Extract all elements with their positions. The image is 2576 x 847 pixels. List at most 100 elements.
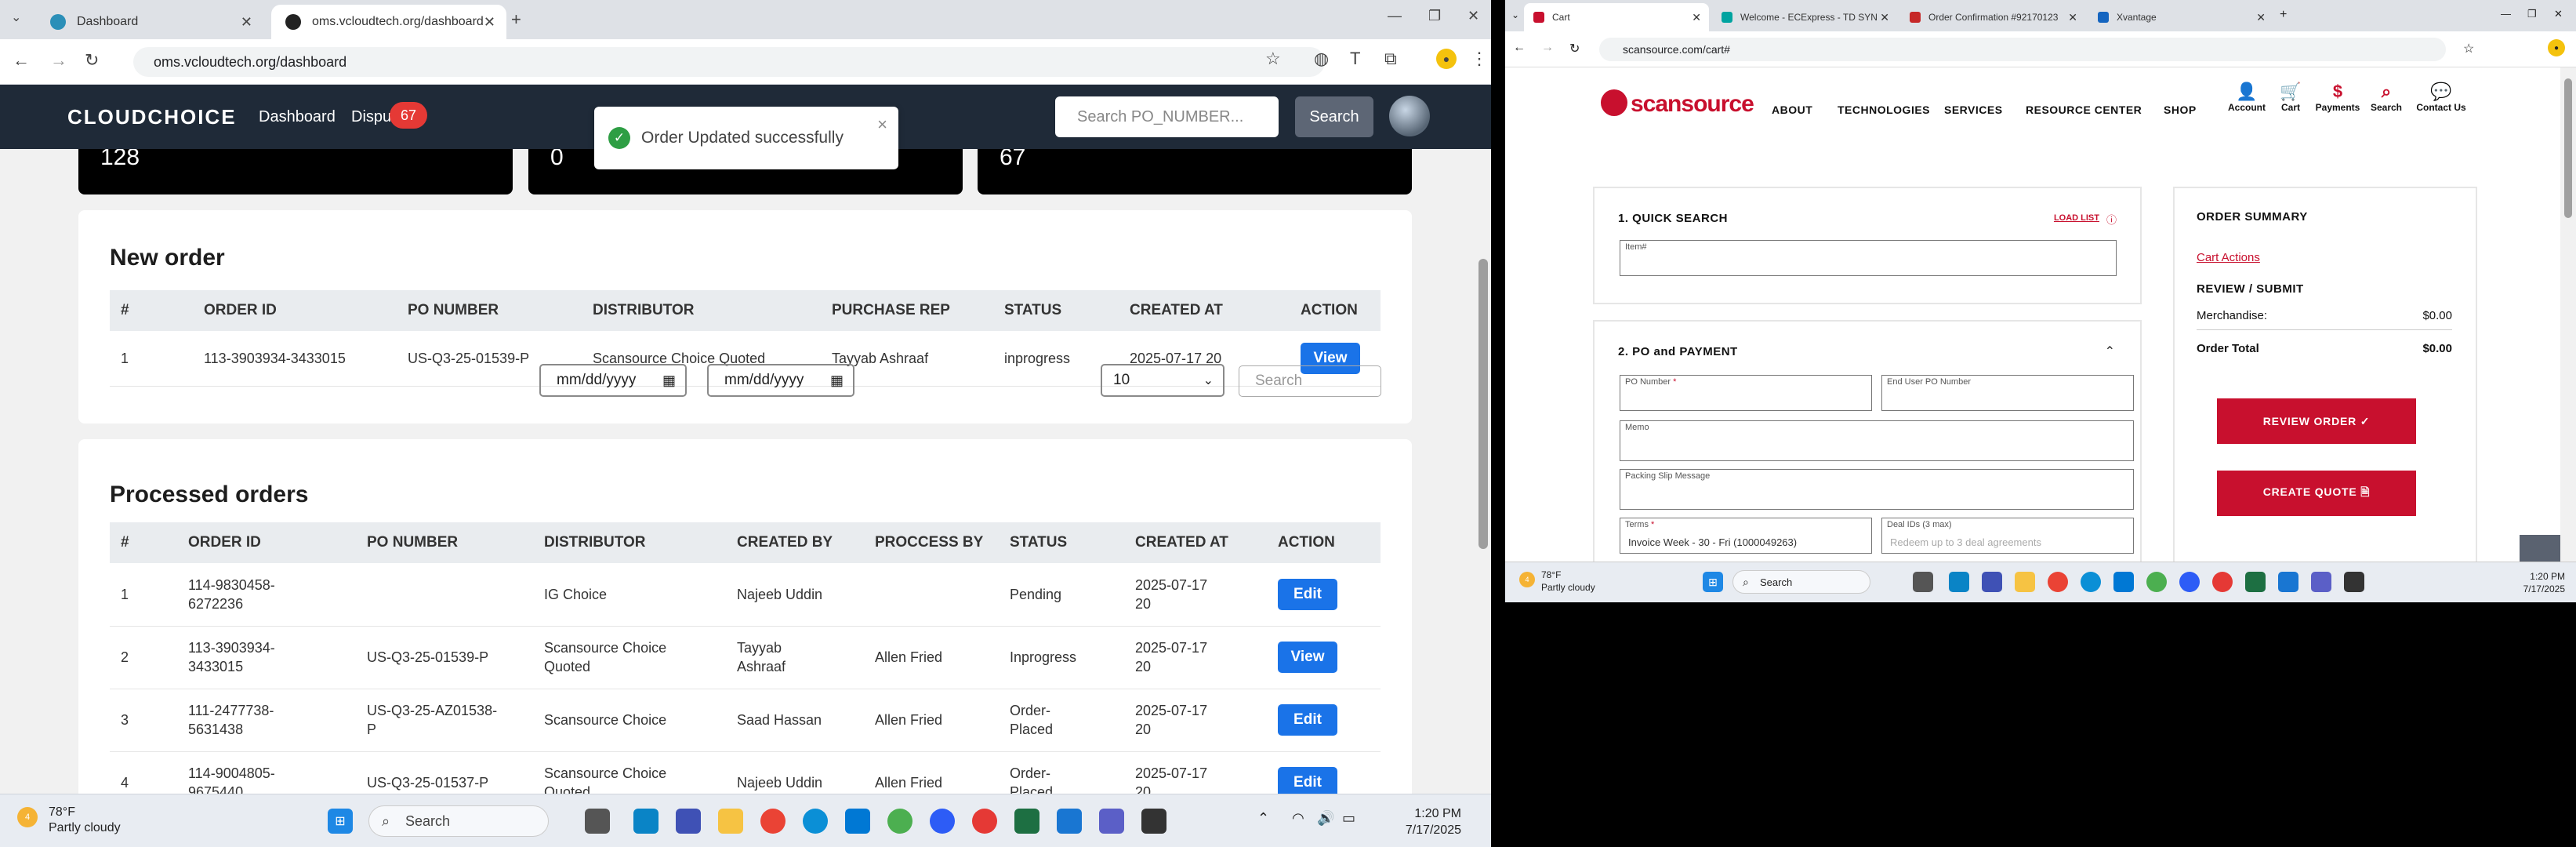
taskbar-clock[interactable]: 1:20 PM 7/17/2025 xyxy=(2523,570,2565,595)
menu-shop[interactable]: SHOP xyxy=(2164,104,2197,116)
tab-cart[interactable]: Cart ✕ xyxy=(1524,3,1709,31)
tray-chevron-icon[interactable]: ⌃ xyxy=(1257,810,1269,827)
memo-textarea[interactable]: Memo xyxy=(1620,420,2134,461)
app-icon[interactable] xyxy=(2344,572,2364,592)
outlook-icon[interactable] xyxy=(845,809,870,834)
deal-ids-input[interactable]: Deal IDs (3 max) Redeem up to 3 deal agre… xyxy=(1881,518,2134,554)
chrome-icon[interactable] xyxy=(2048,572,2068,592)
wifi-icon[interactable]: ◠ xyxy=(1292,810,1304,827)
packing-slip-textarea[interactable]: Packing Slip Message xyxy=(1620,469,2134,510)
chrome-profile-icon[interactable] xyxy=(2146,572,2167,592)
profile-icon[interactable]: ● xyxy=(1436,49,1457,69)
taskbar-search[interactable]: ⌕ Search xyxy=(1732,570,1870,594)
menu-services[interactable]: SERVICES xyxy=(1944,104,2003,116)
close-tab-icon[interactable]: ✕ xyxy=(241,14,252,31)
maximize-icon[interactable]: ❐ xyxy=(2527,8,2537,20)
tab-order-confirmation[interactable]: Order Confirmation #92170123 ✕ xyxy=(1900,3,2085,31)
payments-link[interactable]: $ Payments xyxy=(2314,82,2361,113)
page-size-select[interactable]: 10 ⌄ xyxy=(1101,364,1225,397)
window-close-icon[interactable]: ✕ xyxy=(2554,8,2563,20)
taskbar-search[interactable]: ⌕ Search xyxy=(368,805,549,837)
tab-oms-dashboard[interactable]: oms.vcloudtech.org/dashboard ✕ xyxy=(271,5,506,39)
photos-icon[interactable] xyxy=(2278,572,2298,592)
extension-icon[interactable]: ◍ xyxy=(1314,49,1329,69)
file-explorer-icon[interactable] xyxy=(2015,572,2035,592)
tab-xvantage[interactable]: Xvantage ✕ xyxy=(2088,3,2273,31)
scansource-logo[interactable]: scansource xyxy=(1601,89,1754,118)
calendar-icon[interactable]: ▦ xyxy=(662,373,676,389)
puzzle-icon[interactable]: ⧉ xyxy=(1384,49,1397,69)
load-list-link[interactable]: LOAD LIST xyxy=(2054,213,2099,223)
close-tab-icon[interactable]: ✕ xyxy=(1880,11,1889,24)
close-tab-icon[interactable]: ✕ xyxy=(2068,11,2077,24)
chrome-profile-icon[interactable] xyxy=(887,809,912,834)
battery-icon[interactable]: ▭ xyxy=(1342,810,1355,827)
edge-icon[interactable] xyxy=(1949,572,1969,592)
calendar-icon[interactable]: ▦ xyxy=(830,373,844,389)
nav-disputes-link[interactable]: Dispu xyxy=(351,108,391,126)
bookmark-star-icon[interactable]: ☆ xyxy=(1265,49,1281,69)
taskbar-clock[interactable]: 1:20 PM 7/17/2025 xyxy=(1406,805,1461,838)
edit-button[interactable]: Edit xyxy=(1278,767,1337,794)
windows-start-icon[interactable]: ⊞ xyxy=(1703,572,1723,592)
account-link[interactable]: 👤 Account xyxy=(2223,82,2270,113)
search-button[interactable]: Search xyxy=(1295,96,1373,137)
start-date-input[interactable]: mm/dd/yyyy ▦ xyxy=(539,364,687,397)
forward-icon[interactable]: → xyxy=(50,50,67,71)
cloudchoice-logo[interactable]: CLOUDCHOICE xyxy=(67,105,237,129)
minimize-icon[interactable]: — xyxy=(2501,8,2511,20)
po-search-input[interactable]: Search PO_NUMBER... xyxy=(1055,96,1279,137)
edge-icon[interactable] xyxy=(633,809,659,834)
edge-browser-icon[interactable] xyxy=(2081,572,2101,592)
maximize-icon[interactable]: ❐ xyxy=(1428,8,1441,24)
chrome-alt-icon[interactable] xyxy=(2212,572,2233,592)
back-icon[interactable]: ← xyxy=(1513,41,1526,55)
app-icon[interactable] xyxy=(1141,809,1166,834)
terms-select[interactable]: Terms * Invoice Week - 30 - Fri (10000492… xyxy=(1620,518,1872,554)
new-tab-icon[interactable]: + xyxy=(2280,8,2287,22)
reload-icon[interactable]: ↻ xyxy=(1569,41,1580,56)
tab-ecexpress[interactable]: Welcome - ECExpress - TD SYN ✕ xyxy=(1712,3,1897,31)
search-link[interactable]: ⌕ Search xyxy=(2363,82,2410,113)
weather-widget[interactable]: 4 78°F Partly cloudy xyxy=(1519,569,1595,594)
windows-start-icon[interactable]: ⊞ xyxy=(328,809,353,834)
minimize-icon[interactable]: — xyxy=(1388,8,1402,24)
close-tab-icon[interactable]: ✕ xyxy=(1692,11,1701,24)
new-tab-icon[interactable]: + xyxy=(511,9,521,30)
tab-dashboard[interactable]: Dashboard ✕ xyxy=(36,5,263,39)
user-avatar[interactable] xyxy=(1389,96,1430,136)
url-field[interactable]: scansource.com/cart# xyxy=(1599,38,2446,61)
scrollbar-thumb[interactable] xyxy=(2564,78,2572,218)
po-number-input[interactable]: PO Number * xyxy=(1620,375,1872,411)
forward-icon[interactable]: → xyxy=(1541,41,1554,55)
tab-search-icon[interactable]: ⌄ xyxy=(1511,9,1519,20)
excel-icon[interactable] xyxy=(1014,809,1039,834)
menu-about[interactable]: ABOUT xyxy=(1772,104,1812,116)
menu-resource-center[interactable]: RESOURCE CENTER xyxy=(2026,104,2142,116)
calculator-icon[interactable] xyxy=(1982,572,2002,592)
task-view-icon[interactable] xyxy=(585,809,610,834)
tab-search-icon[interactable]: ⌄ xyxy=(11,9,21,25)
profile-icon[interactable]: ● xyxy=(2548,39,2565,56)
file-explorer-icon[interactable] xyxy=(718,809,743,834)
teams-icon[interactable] xyxy=(1099,809,1124,834)
chat-widget-button[interactable] xyxy=(2520,535,2560,562)
end-date-input[interactable]: mm/dd/yyyy ▦ xyxy=(707,364,854,397)
outlook-icon[interactable] xyxy=(2113,572,2134,592)
url-field[interactable]: oms.vcloudtech.org/dashboard xyxy=(133,47,1325,77)
window-close-icon[interactable]: ✕ xyxy=(1468,8,1479,24)
cart-actions-link[interactable]: Cart Actions xyxy=(2197,251,2260,264)
zoom-icon[interactable] xyxy=(2179,572,2200,592)
task-view-icon[interactable] xyxy=(1913,572,1933,592)
reload-icon[interactable]: ↻ xyxy=(85,50,99,71)
calculator-icon[interactable] xyxy=(676,809,701,834)
back-icon[interactable]: ← xyxy=(13,50,30,71)
teams-icon[interactable] xyxy=(2311,572,2331,592)
collapse-chevron-icon[interactable]: ⌃ xyxy=(2105,344,2115,359)
close-tab-icon[interactable]: ✕ xyxy=(2256,11,2266,24)
view-button[interactable]: View xyxy=(1278,642,1337,673)
bookmark-star-icon[interactable]: ☆ xyxy=(2463,41,2474,56)
page-scrollbar[interactable] xyxy=(2560,67,2576,562)
close-tab-icon[interactable]: ✕ xyxy=(484,14,495,31)
weather-widget[interactable]: 4 78°F Partly cloudy xyxy=(17,805,121,834)
